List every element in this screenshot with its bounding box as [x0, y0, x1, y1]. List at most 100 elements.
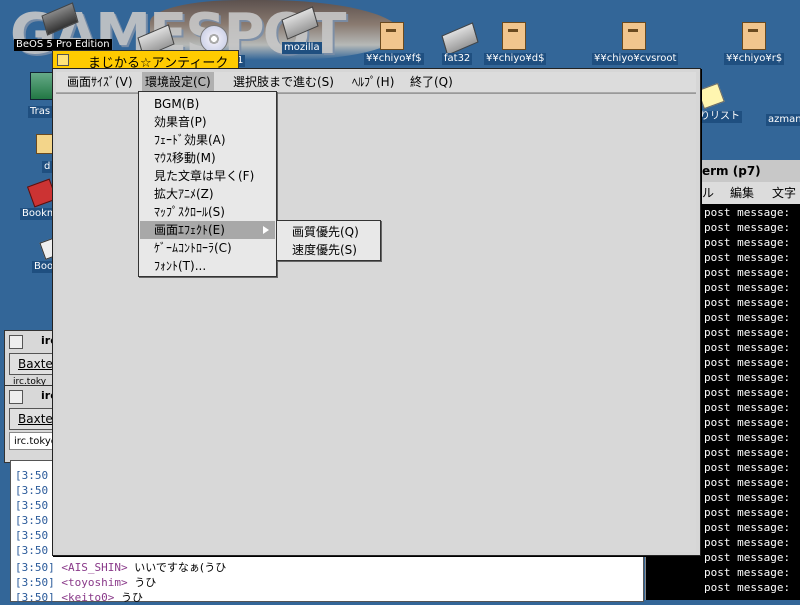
menu-skip-to-choice[interactable]: 選択肢まで進む(S) [230, 72, 337, 92]
desktop-label-mozilla[interactable]: mozilla [282, 42, 322, 54]
timestamp: [3:50] [15, 576, 55, 589]
terminal-line: post message: [704, 401, 791, 414]
terminal-line: post message: [704, 236, 791, 249]
message: いいですなぁ(うひ [134, 561, 227, 574]
menu-item-zoom-anim[interactable]: 拡大ｱﾆﾒ(Z) [140, 185, 275, 203]
terminal-line: post message: [704, 506, 791, 519]
menu-item-font[interactable]: ﾌｫﾝﾄ(T)... [140, 257, 275, 275]
menu-help[interactable]: ﾍﾙﾌﾟ(H) [349, 72, 397, 92]
chat-line: [3:50] <AIS_SHIN> いいですなぁ(うひ [15, 559, 226, 574]
app-window-tab[interactable]: まじかる☆アンティーク [52, 50, 239, 71]
menu-item-mouse-move[interactable]: ﾏｳｽ移動(M) [140, 149, 275, 167]
desktop-label-trash[interactable]: Tras [28, 106, 53, 118]
terminal-menu-item[interactable]: 編集 [730, 182, 754, 204]
menu-item-quality-priority[interactable]: 画質優先(Q) [278, 223, 379, 241]
terminal-line: post message: [704, 356, 791, 369]
menu-item-label: 画面ｴﾌｪｸﾄ(E) [154, 223, 225, 237]
desktop-label-list[interactable]: りリスト [698, 111, 742, 123]
menu-item-screen-effect[interactable]: 画面ｴﾌｪｸﾄ(E) [140, 221, 275, 239]
irc-window-2[interactable]: irc Baxter irc.tokyo [4, 385, 59, 463]
desktop-icon-chiyo-d[interactable] [502, 22, 526, 50]
menu-item-sound-effects[interactable]: 効果音(P) [140, 113, 275, 131]
cabinet-icon [502, 22, 526, 50]
desktop-label-d[interactable]: d [42, 161, 53, 173]
cabinet-icon [380, 22, 404, 50]
timestamp: [3:50 [15, 484, 49, 497]
terminal-line: post message: [704, 326, 791, 339]
terminal-line: post message: [704, 521, 791, 534]
terminal-line: post message: [704, 536, 791, 549]
terminal-line: post message: [704, 371, 791, 384]
terminal-menu-item[interactable]: 文字 [772, 182, 796, 204]
menu-item-fade-effect[interactable]: ﾌｪｰﾄﾞ効果(A) [140, 131, 275, 149]
desktop-label-chiyo-d[interactable]: ¥¥chiyo¥d$ [484, 53, 547, 65]
nick: <keito0> [61, 591, 115, 604]
desktop-label-chiyo-cvsroot[interactable]: ¥¥chiyo¥cvsroot [592, 53, 679, 65]
terminal-line: post message: [704, 386, 791, 399]
terminal-line: post message: [704, 581, 791, 594]
cd-icon [200, 25, 228, 53]
timestamp: [3:50 [15, 529, 49, 542]
timestamp: [3:50] [15, 561, 55, 574]
cabinet-icon [622, 22, 646, 50]
desktop-label-chiyo-f[interactable]: ¥¥chiyo¥f$ [364, 53, 424, 65]
trash-icon[interactable] [30, 72, 54, 100]
timestamp: [3:50 [15, 514, 49, 527]
terminal-line: post message: [704, 491, 791, 504]
desktop-icon-cd[interactable] [200, 25, 228, 53]
menu-screen-size[interactable]: 画面ｻｲｽﾞ(V) [64, 72, 136, 92]
desktop-icon-chiyo-f[interactable] [380, 22, 404, 50]
cabinet-icon [742, 22, 766, 50]
terminal-line: post message: [704, 281, 791, 294]
chat-line: [3:50] <keito0> うひ [15, 589, 143, 604]
timestamp: [3:50 [15, 469, 49, 482]
terminal-line: post message: [704, 296, 791, 309]
menu-item-bgm[interactable]: BGM(B) [140, 95, 275, 113]
app-menubar: 画面ｻｲｽﾞ(V) 環境設定(C) 選択肢まで進む(S) ﾍﾙﾌﾟ(H) 終了(… [56, 72, 696, 93]
terminal-line: post message: [704, 566, 791, 579]
timestamp: [3:50 [15, 544, 49, 557]
desktop-icon-mozilla[interactable] [281, 6, 319, 40]
terminal-line: post message: [704, 476, 791, 489]
desktop-icon-fat32[interactable] [441, 22, 479, 56]
chat-line: [3:50] <toyoshim> うひ [15, 574, 156, 589]
desktop-label-chiyo-r[interactable]: ¥¥chiyo¥r$ [724, 53, 785, 65]
terminal-line: post message: [704, 266, 791, 279]
submenu-arrow-icon [263, 226, 269, 234]
paper-icon[interactable] [697, 82, 725, 110]
menu-item-map-scroll[interactable]: ﾏｯﾌﾟｽｸﾛｰﾙ(S) [140, 203, 275, 221]
menu-item-speed-priority[interactable]: 速度優先(S) [278, 241, 379, 259]
terminal-line: post message: [704, 251, 791, 264]
terminal-line: post message: [704, 416, 791, 429]
drive-icon [441, 22, 479, 56]
close-icon[interactable] [9, 335, 23, 349]
desktop-icon-chiyo-r[interactable] [742, 22, 766, 50]
nick: <toyoshim> [61, 576, 128, 589]
close-icon[interactable] [9, 390, 23, 404]
desktop-icon-drive2[interactable] [137, 24, 175, 58]
terminal-line: post message: [704, 551, 791, 564]
menu-quit[interactable]: 終了(Q) [407, 72, 456, 92]
message: うひ [134, 576, 157, 589]
terminal-line: post message: [704, 461, 791, 474]
terminal-line: post message: [704, 446, 791, 459]
nick: <AIS_SHIN> [61, 561, 128, 574]
irc-window-1[interactable]: irc Baxter irc.toky [4, 330, 59, 392]
screen-effect-submenu: 画質優先(Q) 速度優先(S) [276, 220, 381, 261]
timestamp: [3:50 [15, 499, 49, 512]
terminal-line: post message: [704, 311, 791, 324]
terminal-line: post message: [704, 221, 791, 234]
desktop-icon-beos[interactable] [41, 2, 79, 36]
server-field[interactable]: irc.tokyo [9, 432, 57, 450]
terminal-line: post message: [704, 341, 791, 354]
desktop-icon-chiyo-cvsroot[interactable] [622, 22, 646, 50]
desktop-label-azmang[interactable]: azmang [766, 114, 800, 126]
terminal-menu-item[interactable]: ル [702, 182, 714, 204]
menu-item-fast-read-text[interactable]: 見た文章は早く(F) [140, 167, 275, 185]
message: うひ [120, 591, 143, 604]
timestamp: [3:50] [15, 591, 55, 604]
menu-settings[interactable]: 環境設定(C) [142, 72, 214, 92]
close-icon[interactable] [57, 54, 69, 66]
menu-item-game-controller[interactable]: ｹﾞｰﾑｺﾝﾄﾛｰﾗ(C) [140, 239, 275, 257]
desktop-label-fat32[interactable]: fat32 [442, 53, 473, 65]
